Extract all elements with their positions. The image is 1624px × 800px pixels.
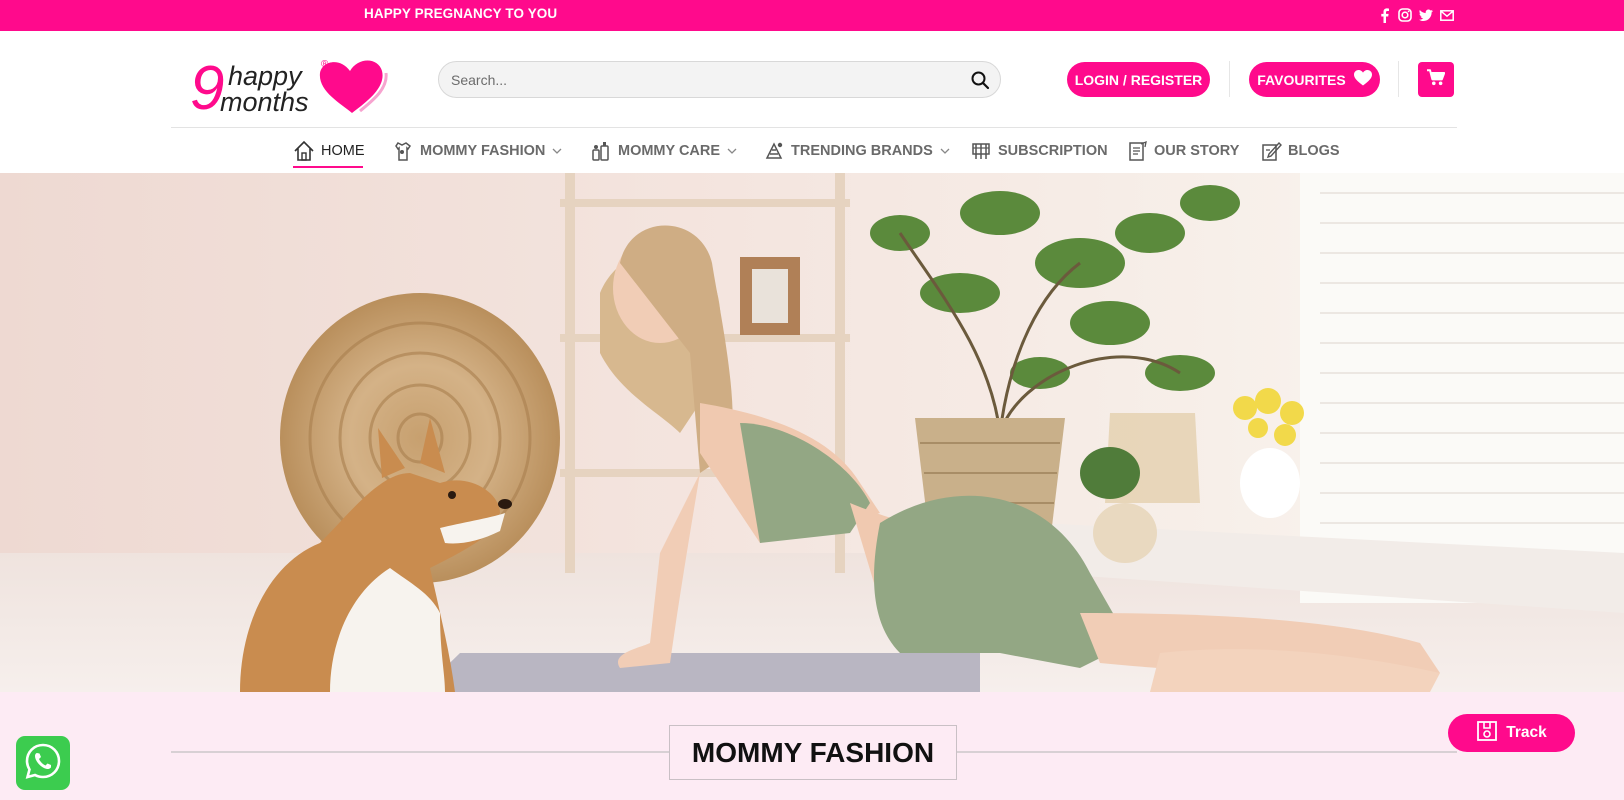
nav-home-label: HOME — [321, 142, 365, 159]
nav-trending-brands-label: TRENDING BRANDS — [791, 142, 933, 159]
track-label: Track — [1506, 724, 1547, 741]
promo-text: HAPPY PREGNANCY TO YOU — [364, 6, 558, 21]
section-title: MOMMY FASHION — [669, 725, 957, 780]
nav-blogs[interactable]: BLOGS — [1260, 128, 1340, 173]
nav-our-story-label: OUR STORY — [1154, 142, 1240, 159]
nav-subscription-label: SUBSCRIPTION — [998, 142, 1108, 159]
cart-button[interactable] — [1418, 62, 1454, 97]
nav-subscription[interactable]: SUBSCRIPTION — [970, 128, 1108, 173]
favourites-button[interactable]: FAVOURITES — [1249, 62, 1380, 97]
nav-mommy-care-label: MOMMY CARE — [618, 142, 721, 159]
track-box-icon — [1476, 720, 1498, 747]
brands-icon — [763, 140, 785, 162]
facebook-icon[interactable] — [1377, 7, 1391, 23]
login-register-button[interactable]: LOGIN / REGISTER — [1067, 62, 1210, 97]
nav-trending-brands[interactable]: TRENDING BRANDS — [763, 128, 950, 173]
chevron-down-icon — [940, 148, 950, 154]
login-register-label: LOGIN / REGISTER — [1074, 71, 1203, 88]
track-order-button[interactable]: Track — [1448, 714, 1575, 752]
favourites-label: FAVOURITES — [1257, 71, 1346, 88]
nav-mommy-fashion[interactable]: MOMMY FASHION — [392, 128, 562, 173]
chevron-down-icon — [727, 148, 737, 154]
site-header: 9 happy months ® LOGIN / REGISTER FAVOUR… — [0, 31, 1624, 127]
search-bar — [438, 61, 1001, 98]
svg-text:months: months — [220, 87, 309, 117]
site-logo[interactable]: 9 happy months ® — [190, 51, 390, 123]
mail-icon[interactable] — [1440, 7, 1454, 23]
home-icon — [293, 140, 315, 162]
whatsapp-chat-button[interactable] — [16, 736, 70, 790]
nav-our-story[interactable]: OUR STORY — [1126, 128, 1239, 173]
cart-icon — [1427, 68, 1446, 91]
header-divider — [1229, 61, 1230, 97]
subscription-icon — [970, 140, 992, 162]
search-input[interactable] — [451, 62, 951, 97]
social-links — [1377, 7, 1454, 23]
blogs-icon — [1260, 140, 1282, 162]
search-icon[interactable] — [970, 70, 990, 90]
hero-banner-image — [0, 173, 1624, 692]
nav-mommy-fashion-label: MOMMY FASHION — [420, 142, 546, 159]
chevron-down-icon — [552, 148, 562, 154]
main-navigation: HOME MOMMY FASHION MOMMY CARE TRENDING B… — [0, 128, 1624, 173]
story-icon — [1126, 140, 1148, 162]
top-announcement-bar: HAPPY PREGNANCY TO YOU — [0, 0, 1624, 31]
active-nav-indicator — [293, 166, 363, 168]
nav-mommy-care[interactable]: MOMMY CARE — [590, 128, 737, 173]
heart-icon — [1353, 70, 1372, 89]
nav-blogs-label: BLOGS — [1288, 142, 1340, 159]
twitter-icon[interactable] — [1419, 7, 1433, 23]
fashion-icon — [392, 140, 414, 162]
instagram-icon[interactable] — [1398, 7, 1412, 23]
whatsapp-icon — [24, 742, 62, 785]
care-icon — [590, 140, 612, 162]
header-divider — [1398, 61, 1399, 97]
